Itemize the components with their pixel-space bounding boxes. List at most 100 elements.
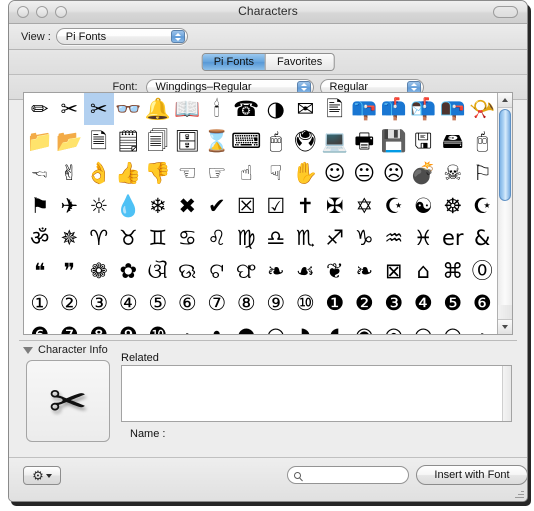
glyph-cell[interactable]: ✌: [55, 158, 85, 190]
glyph-cell[interactable]: ③: [84, 287, 114, 319]
glyph-cell[interactable]: ◑: [261, 93, 291, 125]
glyph-cell[interactable]: ❻: [468, 287, 498, 319]
glyph-cell[interactable]: •: [202, 320, 232, 334]
scroll-up-arrow-icon[interactable]: [498, 93, 512, 108]
glyph-cell[interactable]: ⑤: [143, 287, 173, 319]
glyph-cell[interactable]: ♑: [350, 223, 380, 255]
glyph-cell[interactable]: ⑥: [173, 287, 203, 319]
glyph-cell[interactable]: ◎: [379, 320, 409, 334]
glyph-cell[interactable]: ⌨: [232, 125, 262, 157]
glyph-cell[interactable]: ⑧: [232, 287, 262, 319]
search-field[interactable]: [287, 466, 409, 484]
glyph-cell[interactable]: 🖱: [261, 125, 291, 157]
glyph-cell[interactable]: ⚐: [468, 158, 498, 190]
glyph-cell[interactable]: 🖶: [350, 125, 380, 157]
toolbar-toggle-button[interactable]: [493, 6, 518, 18]
glyph-cell[interactable]: ○: [438, 320, 468, 334]
glyph-cell[interactable]: ଔ: [143, 255, 173, 287]
glyph-cell[interactable]: 🖴: [438, 125, 468, 157]
glyph-cell[interactable]: ❸: [379, 287, 409, 319]
glyph-cell[interactable]: ♐: [320, 223, 350, 255]
search-input[interactable]: [305, 468, 405, 482]
glyph-cell[interactable]: 👌: [84, 158, 114, 190]
glyph-cell[interactable]: ⌘: [438, 255, 468, 287]
glyph-cell[interactable]: ⌛: [202, 125, 232, 157]
glyph-cell[interactable]: ☯: [409, 190, 439, 222]
glyph-cell[interactable]: ♎: [261, 223, 291, 255]
glyph-cell[interactable]: ଊ: [173, 255, 203, 287]
glyph-cell[interactable]: ❦: [320, 255, 350, 287]
scroll-down-arrow-icon[interactable]: [498, 319, 512, 334]
glyph-cell[interactable]: ○: [409, 320, 439, 334]
glyph-cell[interactable]: ❁: [84, 255, 114, 287]
glyph-cell[interactable]: ❽: [84, 320, 114, 334]
glyph-cell[interactable]: er: [438, 223, 468, 255]
glyph-cell[interactable]: ☑: [261, 190, 291, 222]
glyph-cell[interactable]: 🗄: [173, 125, 203, 157]
glyph-cell[interactable]: 👓: [114, 93, 144, 125]
glyph-cell[interactable]: ❹: [409, 287, 439, 319]
tab-favorites[interactable]: Favorites: [265, 54, 334, 70]
glyph-cell[interactable]: ॐ: [25, 223, 55, 255]
glyph-grid[interactable]: ✏ ✂ ✂ 👓 🔔 📖 🕯 ☎ ◑ ✉ 🖹 📪 📫 📬 📭 📯 📁 📂 🗎 🗒 🗐 🗄 ⌛ ⌨ 🖱 🖲 💻 🖶 💾 🖫 🖴 🖰 🖘 ✌ 👌 👍 👎 ☜ ☞ ☝…: [24, 93, 497, 334]
glyph-cell[interactable]: ✂: [55, 93, 85, 125]
glyph-cell[interactable]: ☞: [202, 158, 232, 190]
glyph-cell[interactable]: ☟: [261, 158, 291, 190]
related-glyphs-box[interactable]: [121, 365, 512, 422]
character-info-header[interactable]: Character Info: [23, 344, 108, 356]
window-titlebar[interactable]: Characters: [9, 1, 527, 24]
glyph-cell[interactable]: 💧: [114, 190, 144, 222]
disclosure-triangle-icon[interactable]: [23, 346, 33, 354]
glyph-cell[interactable]: ⑦: [202, 287, 232, 319]
glyph-cell[interactable]: 💻: [320, 125, 350, 157]
glyph-cell[interactable]: ☺: [320, 158, 350, 190]
glyph-cell[interactable]: ♌: [202, 223, 232, 255]
glyph-cell[interactable]: ◉: [350, 320, 380, 334]
glyph-cell[interactable]: ♒: [379, 223, 409, 255]
glyph-cell[interactable]: ♍: [232, 223, 262, 255]
glyph-cell[interactable]: ❻: [25, 320, 55, 334]
glyph-cell[interactable]: ❞: [55, 255, 85, 287]
resize-grip[interactable]: [512, 487, 525, 500]
glyph-cell[interactable]: ✂: [84, 93, 114, 126]
glyph-cell[interactable]: ✵: [55, 223, 85, 255]
glyph-cell[interactable]: ⑩: [291, 287, 321, 319]
glyph-cell[interactable]: ☼: [84, 190, 114, 222]
glyph-cell[interactable]: ✈: [55, 190, 85, 222]
glyph-cell[interactable]: 📬: [409, 93, 439, 125]
glyph-cell[interactable]: 👍: [114, 158, 144, 190]
glyph-cell[interactable]: ◗: [291, 320, 321, 334]
glyph-cell[interactable]: 📯: [468, 93, 498, 125]
glyph-cell[interactable]: 😐: [350, 158, 380, 190]
glyph-cell[interactable]: ⊠: [379, 255, 409, 287]
glyph-cell[interactable]: 🗎: [84, 125, 114, 157]
glyph-cell[interactable]: 🕯: [202, 93, 232, 125]
glyph-cell[interactable]: ♉: [114, 223, 144, 255]
glyph-cell[interactable]: ⌂: [409, 255, 439, 287]
glyph-cell[interactable]: ❺: [438, 287, 468, 319]
glyph-cell[interactable]: ☜: [173, 158, 203, 190]
glyph-cell[interactable]: ☙: [291, 255, 321, 287]
glyph-cell[interactable]: 💾: [379, 125, 409, 157]
glyph-cell[interactable]: ♓: [409, 223, 439, 255]
glyph-cell[interactable]: ❧: [261, 255, 291, 287]
glyph-cell[interactable]: 💣: [409, 158, 439, 190]
glyph-cell[interactable]: 📁: [25, 125, 55, 157]
glyph-cell[interactable]: ❷: [350, 287, 380, 319]
glyph-cell[interactable]: 🖫: [409, 125, 439, 157]
glyph-cell[interactable]: ♈: [84, 223, 114, 255]
glyph-cell[interactable]: ♊: [143, 223, 173, 255]
glyph-cell[interactable]: 📪: [350, 93, 380, 125]
glyph-cell[interactable]: ①: [25, 287, 55, 319]
glyph-cell[interactable]: ଟ: [202, 255, 232, 287]
glyph-cell[interactable]: 🔔: [143, 93, 173, 125]
glyph-cell[interactable]: ✿: [114, 255, 144, 287]
glyph-cell[interactable]: 🗒: [114, 125, 144, 157]
glyph-cell[interactable]: ☪: [379, 190, 409, 222]
glyph-cell[interactable]: ·: [173, 320, 203, 334]
glyph-cell[interactable]: 👎: [143, 158, 173, 190]
glyph-cell[interactable]: ଫ: [232, 255, 262, 287]
glyph-cell[interactable]: ✝: [291, 190, 321, 222]
glyph-cell[interactable]: ❿: [143, 320, 173, 334]
glyph-cell[interactable]: ☎: [232, 93, 262, 125]
